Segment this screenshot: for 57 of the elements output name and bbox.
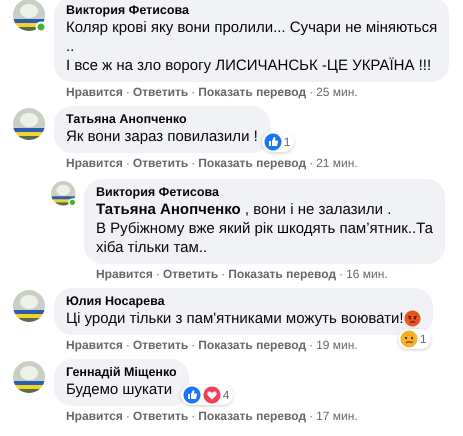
action-link[interactable]: Ответить (162, 267, 218, 282)
separator-dot: · (191, 409, 196, 424)
avatar[interactable] (13, 0, 47, 33)
action-link[interactable]: Ответить (132, 409, 188, 424)
timestamp: 21 мин. (316, 156, 358, 171)
comment-text: Будемо шукати (66, 380, 174, 399)
reaction-badge[interactable]: 4 (180, 385, 234, 405)
author-name[interactable]: Татьяна Анопченко (66, 112, 258, 127)
separator-dot: · (309, 409, 314, 424)
action-link[interactable]: Показать перевод (198, 338, 306, 353)
action-link[interactable]: Нравится (66, 156, 123, 171)
separator-dot: · (126, 409, 130, 424)
comment-text: І все ж на зло ворогу ЛИСИЧАНСЬК -ЦЕ УКРАЇНА !!! (66, 56, 432, 75)
comment-text: Ці уроди тільки з пам'ятниками можуть воювати! (66, 309, 421, 328)
author-name[interactable]: Виктория Фетисова (66, 3, 438, 18)
timestamp: 16 мин. (346, 267, 388, 282)
separator-dot: · (191, 338, 196, 353)
separator-dot: · (339, 267, 344, 282)
action-link[interactable]: Показать перевод (198, 85, 306, 100)
action-link[interactable]: Нравится (66, 409, 123, 424)
action-link[interactable]: Ответить (132, 85, 188, 100)
author-name[interactable]: Юлия Носарева (66, 294, 421, 309)
timestamp: 19 мин. (316, 338, 358, 353)
action-link[interactable]: Ответить (132, 156, 188, 171)
reaction-count: 1 (284, 135, 290, 149)
action-link[interactable]: Показать перевод (198, 409, 306, 424)
comment-text: В Рубіжному вже який рік шкодять пам’ятник..Та (96, 219, 433, 238)
action-link[interactable]: Ответить (132, 338, 188, 353)
reaction-count: 1 (420, 332, 427, 346)
separator-dot: · (309, 156, 314, 171)
separator-dot: · (126, 85, 130, 100)
comment-text: Коляр крові яку вони пролили... Сучари не міняються (66, 18, 438, 37)
reaction-count: 4 (222, 388, 230, 402)
action-link[interactable]: Нравится (96, 267, 153, 282)
separator-dot: · (126, 338, 130, 353)
comment-text: хіба тільки там.. (96, 238, 208, 257)
timestamp: 25 мин. (316, 85, 358, 100)
separator-dot: · (156, 267, 160, 282)
separator-dot: · (309, 85, 314, 100)
separator-dot: · (221, 267, 226, 282)
comment-text: Татьяна Анопченко , вони і не залазили . (96, 200, 392, 219)
separator-dot: · (191, 85, 196, 100)
action-link[interactable]: Показать перевод (228, 267, 336, 282)
separator-dot: · (126, 156, 130, 171)
comment-text: Як вони зараз повилазили ! (66, 127, 258, 146)
avatar[interactable] (51, 181, 77, 207)
separator-dot: · (191, 156, 196, 171)
action-link[interactable]: Показать перевод (198, 156, 306, 171)
timestamp: 17 мин. (316, 409, 358, 424)
author-name[interactable]: Виктория Фетисова (96, 185, 433, 200)
author-name[interactable]: Геннадій Міщенко (66, 365, 177, 380)
reaction-badge[interactable]: 1 (398, 329, 431, 349)
reaction-badge[interactable]: 1 (262, 132, 294, 152)
action-link[interactable]: Нравится (66, 338, 123, 353)
comment-text: .. (66, 37, 76, 56)
separator-dot: · (309, 338, 314, 353)
action-link[interactable]: Нравится (66, 85, 123, 100)
